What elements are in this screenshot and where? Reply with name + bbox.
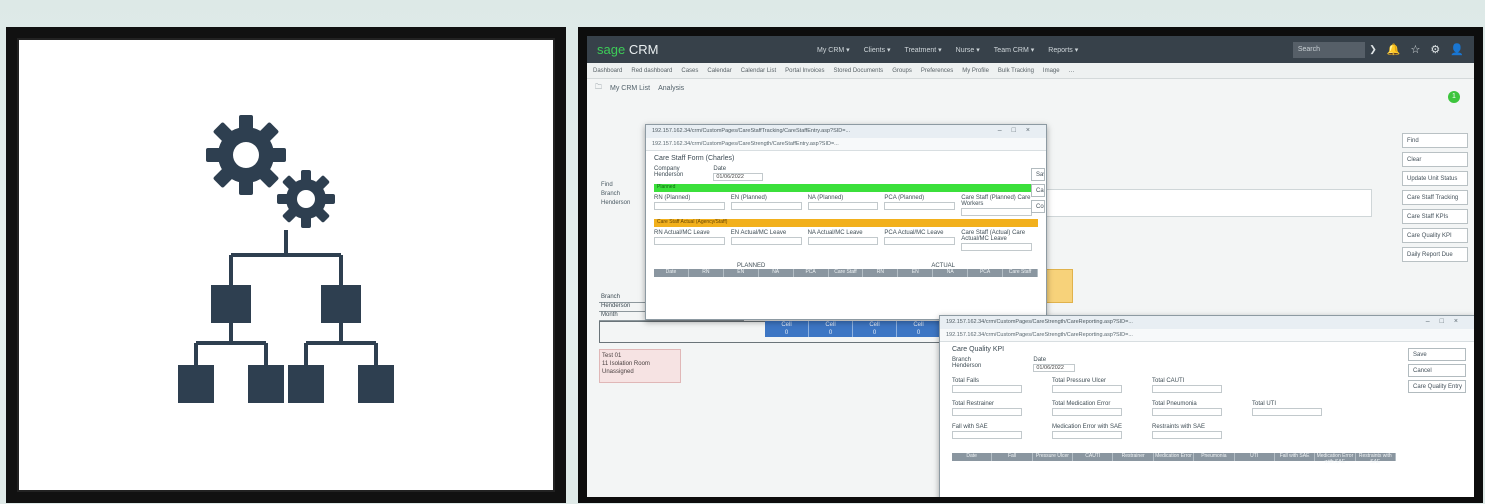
url-bar[interactable]: 192.157.162.34/crm/CustomPages/CareStren… (940, 329, 1474, 342)
notification-badge[interactable]: 1 (1448, 91, 1460, 103)
tab-image[interactable]: Image (1043, 68, 1060, 74)
care-quality-entry-button[interactable]: Care Quality Entry (1408, 380, 1466, 393)
tabs-bar: Dashboard Red dashboard Cases Calendar C… (587, 63, 1474, 79)
staff-grid-header: Date RN EN NA PCA Care Staff RN EN NA PCA Car… (654, 269, 1038, 277)
care-staff-dialog: 192.157.162.34/crm/CustomPages/CareStaff… (645, 124, 1047, 320)
care-staff-kpis-button[interactable]: Care Staff KPIs (1402, 209, 1468, 224)
chevron-icon[interactable]: ❯ (1369, 44, 1377, 55)
clear-button[interactable]: Clear (1402, 152, 1468, 167)
icon-panel (6, 27, 566, 503)
tab-cases[interactable]: Cases (681, 68, 698, 74)
menu-clients[interactable]: Clients ▾ (864, 46, 891, 54)
tab-dashboard[interactable]: Dashboard (593, 68, 622, 74)
bell-icon[interactable]: 🔔 (1387, 43, 1401, 56)
top-icons: 🔔 ☆ ⚙ 👤 (1387, 43, 1464, 56)
tab-bulk-tracking[interactable]: Bulk Tracking (998, 68, 1034, 74)
planned-bar: Planned (654, 184, 1038, 192)
sage-crm-logo: sage CRM (597, 42, 659, 57)
menu-team-crm[interactable]: Team CRM ▾ (994, 46, 1034, 54)
find-button[interactable]: Find (1402, 133, 1468, 148)
menu-my-crm[interactable]: My CRM ▾ (817, 46, 850, 54)
side-action-buttons: Find Clear Update Unit Status Care Staff… (1402, 133, 1468, 266)
icon-panel-inner (17, 38, 555, 492)
top-menu: My CRM ▾ Clients ▾ Treatment ▾ Nurse ▾ T… (817, 46, 1293, 54)
tab-groups[interactable]: Groups (892, 68, 912, 74)
background-panel (1042, 189, 1372, 217)
crm-window: sage CRM My CRM ▾ Clients ▾ Treatment ▾ … (587, 36, 1474, 497)
pink-info-box: Test 01 11 Isolation Room Unassigned (599, 349, 681, 383)
user-icon[interactable]: 👤 (1450, 43, 1464, 56)
care-staff-tracking-button[interactable]: Care Staff Tracking (1402, 190, 1468, 205)
menu-nurse[interactable]: Nurse ▾ (956, 46, 980, 54)
tab-calendar[interactable]: Calendar (707, 68, 731, 74)
window-controls[interactable]: –□× (993, 127, 1040, 134)
star-icon[interactable]: ☆ (1411, 43, 1421, 56)
update-unit-status-button[interactable]: Update Unit Status (1402, 171, 1468, 186)
tab-stored-documents[interactable]: Stored Documents (833, 68, 883, 74)
tab-red-dashboard[interactable]: Red dashboard (631, 68, 672, 74)
tab-more[interactable]: … (1069, 68, 1075, 74)
menu-reports[interactable]: Reports ▾ (1048, 46, 1078, 54)
care-quality-dialog: 192.157.162.34/crm/CustomPages/CareStren… (939, 315, 1474, 497)
background-find-form: Find Branch Henderson (601, 182, 631, 206)
gear-icon[interactable]: ⚙ (1430, 43, 1440, 56)
dialog1-cancel-button[interactable]: Ca (1031, 184, 1045, 197)
window-controls[interactable]: –□× (1421, 318, 1468, 325)
form-title: Care Staff Form (Charles) (654, 155, 735, 162)
tab-preferences[interactable]: Preferences (921, 68, 953, 74)
search-input[interactable]: Search ❯ (1292, 41, 1377, 58)
gears-org-chart-icon (178, 115, 394, 403)
top-bar: sage CRM My CRM ▾ Clients ▾ Treatment ▾ … (587, 36, 1474, 63)
save-button[interactable]: Save (1408, 348, 1466, 361)
background-blue-cells: Cell 0 Cell 0 Cell 0 Cell 0 (765, 321, 941, 337)
kpi-grid-header: Date Fall Pressure Ulcer CAUTI Restrainer M… (952, 453, 1396, 465)
url-bar[interactable]: 192.157.162.34/crm/CustomPages/CareStren… (646, 138, 1046, 151)
menu-treatment[interactable]: Treatment ▾ (905, 46, 942, 54)
tab-portal-invoices[interactable]: Portal Invoices (785, 68, 824, 74)
planned-fields: RN (Planned) EN (Planned) NA (Planned) P… (654, 195, 1038, 216)
care-quality-kpi-button[interactable]: Care Quality KPI (1402, 228, 1468, 243)
dialog1-side-buttons: Sav Ca Co (1031, 168, 1045, 216)
dialog1-save-button[interactable]: Sav (1031, 168, 1045, 181)
folder-icon: 🗀 (595, 83, 602, 91)
screenshot-panel: sage CRM My CRM ▾ Clients ▾ Treatment ▾ … (578, 27, 1483, 503)
crumb-analysis[interactable]: Analysis (658, 85, 684, 92)
date-field[interactable]: 01/06/2022 (713, 173, 764, 181)
dialog-titlebar: 192.157.162.34/crm/CustomPages/CareStren… (940, 316, 1474, 329)
kpi-buttons: Save Cancel Care Quality Entry (1408, 342, 1474, 461)
tab-calendar-list[interactable]: Calendar List (741, 68, 776, 74)
breadcrumb: 🗀 My CRM List Analysis (587, 79, 1474, 97)
form-body: Company Henderson Date 01/06/2022 Planne… (646, 166, 1046, 277)
kpi-date-field[interactable]: 01/06/2022 (1033, 364, 1076, 372)
dialog1-continue-button[interactable]: Co (1031, 200, 1045, 213)
cancel-button[interactable]: Cancel (1408, 364, 1466, 377)
dialog-titlebar: 192.157.162.34/crm/CustomPages/CareStaff… (646, 125, 1046, 138)
actual-bar: Care Staff Actual (Agency/Staff) (654, 219, 1038, 227)
form-title: Care Quality KPI (952, 346, 1005, 353)
actual-fields: RN Actual/MC Leave EN Actual/MC Leave NA… (654, 230, 1038, 251)
tab-my-profile[interactable]: My Profile (962, 68, 989, 74)
daily-report-due-button[interactable]: Daily Report Due (1402, 247, 1468, 262)
crumb-my-crm-list[interactable]: My CRM List (610, 85, 650, 92)
